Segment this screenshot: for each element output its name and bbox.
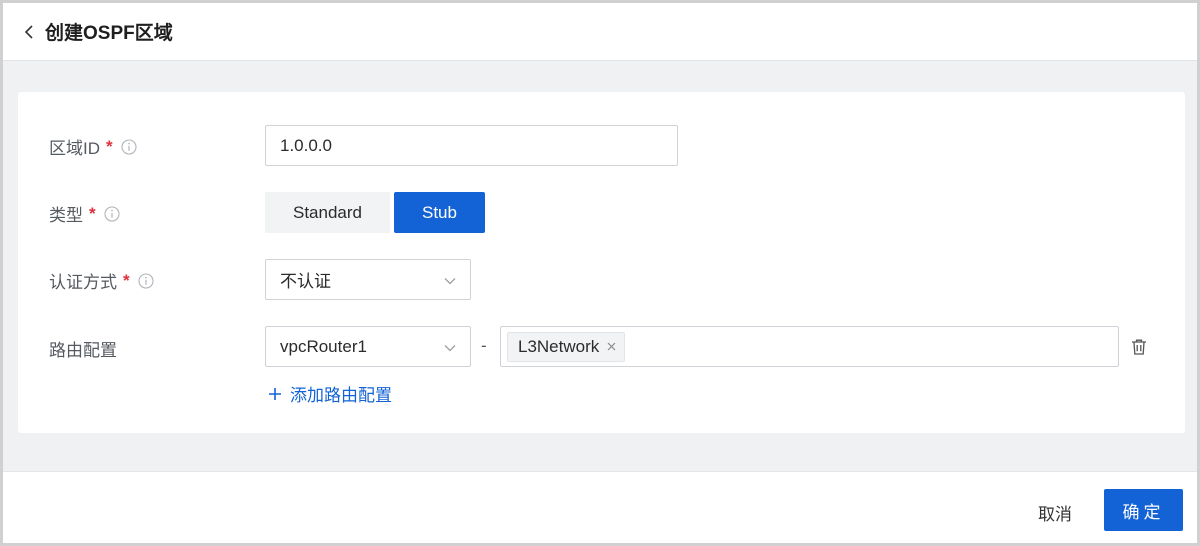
route-label: 路由配置 [49, 336, 117, 361]
network-tag: L3Network [507, 331, 626, 362]
route-separator: - [481, 336, 487, 355]
chevron-down-icon [444, 337, 456, 357]
auth-select[interactable]: 不认证 [265, 259, 471, 300]
plus-icon [268, 387, 282, 401]
add-route-config-label: 添加路由配置 [290, 386, 392, 405]
required-mark: * [89, 203, 96, 223]
info-icon[interactable] [104, 205, 120, 222]
auth-label-text: 认证方式 [49, 273, 117, 292]
required-mark: * [106, 136, 113, 156]
area-id-label-text: 区域ID [49, 139, 100, 158]
window-frame: 创建OSPF区域 区域ID * 1.0.0.0 类型 * Standard St… [0, 0, 1200, 546]
router-select[interactable]: vpcRouter1 [265, 326, 471, 367]
network-tag-label: L3Network [518, 336, 600, 356]
page-title: 创建OSPF区域 [45, 23, 173, 44]
trash-icon[interactable] [1130, 338, 1148, 356]
router-select-value: vpcRouter1 [280, 336, 367, 356]
area-id-value: 1.0.0.0 [280, 135, 332, 155]
info-icon[interactable] [121, 138, 137, 155]
type-option-stub[interactable]: Stub [394, 192, 485, 233]
auth-label: 认证方式 * [49, 268, 154, 293]
chevron-down-icon [444, 270, 456, 290]
add-route-config-link[interactable]: 添加路由配置 [268, 381, 392, 406]
cancel-button[interactable]: 取消 [1038, 500, 1072, 525]
type-segmented-control: Standard Stub [265, 192, 485, 233]
route-label-text: 路由配置 [49, 341, 117, 360]
page-header: 创建OSPF区域 [3, 3, 1197, 61]
required-mark: * [123, 270, 130, 290]
type-label-text: 类型 [49, 206, 83, 225]
type-option-standard[interactable]: Standard [265, 192, 390, 233]
confirm-button[interactable]: 确定 [1104, 489, 1183, 531]
footer-bar: 取消 确定 [3, 471, 1197, 543]
auth-select-value: 不认证 [280, 272, 331, 291]
form-card: 区域ID * 1.0.0.0 类型 * Standard Stub 认证方式 * [18, 92, 1185, 433]
back-icon[interactable] [21, 22, 37, 42]
type-label: 类型 * [49, 201, 120, 226]
network-tags-input[interactable]: L3Network [500, 326, 1119, 367]
info-icon[interactable] [138, 272, 154, 289]
area-id-input[interactable]: 1.0.0.0 [265, 125, 678, 166]
area-id-label: 区域ID * [49, 134, 137, 159]
close-icon[interactable] [607, 342, 616, 351]
